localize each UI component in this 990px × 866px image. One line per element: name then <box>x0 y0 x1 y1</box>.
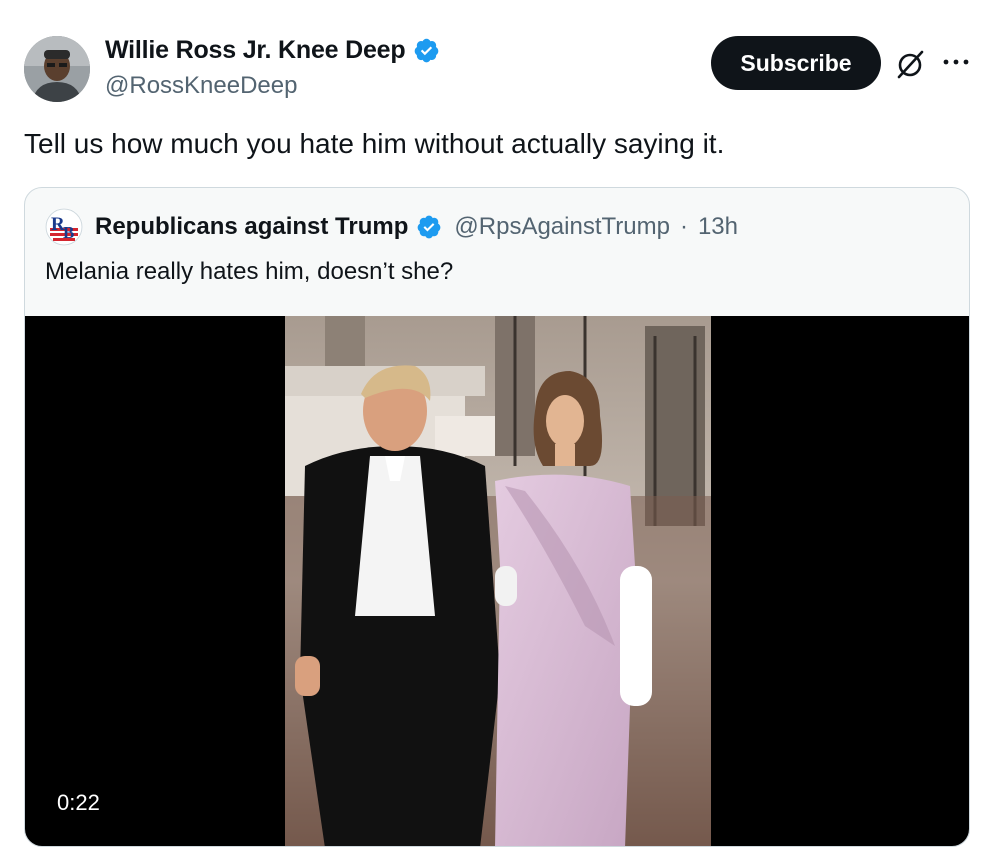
subscribe-button[interactable]: Subscribe <box>711 36 881 90</box>
verified-badge-icon[interactable] <box>413 37 440 64</box>
author-avatar-image <box>24 36 90 102</box>
quoted-author-avatar[interactable]: R B <box>45 208 83 246</box>
author-name-row: Willie Ross Jr. Knee Deep <box>105 36 440 65</box>
more-options-icon[interactable] <box>941 52 971 72</box>
quoted-post-header: R B Republicans against Trump @RpsAgains… <box>45 208 738 246</box>
quoted-post-card[interactable]: R B Republicans against Trump @RpsAgains… <box>24 187 970 847</box>
author-name[interactable]: Willie Ross Jr. Knee Deep <box>105 36 406 65</box>
separator-dot: · <box>679 213 688 240</box>
quoted-post-text: Melania really hates him, doesn’t she? <box>45 258 454 285</box>
post-text: Tell us how much you hate him without ac… <box>24 128 725 159</box>
grok-icon[interactable] <box>894 47 928 81</box>
quoted-post-time[interactable]: 13h <box>698 213 738 241</box>
quoted-verified-badge-icon[interactable] <box>416 214 442 240</box>
quoted-author-name[interactable]: Republicans against Trump <box>95 213 408 241</box>
video-duration: 0:22 <box>57 790 100 815</box>
video-player[interactable]: 0:22 <box>25 316 969 846</box>
author-handle[interactable]: @RossKneeDeep <box>105 72 297 100</box>
video-frame <box>285 316 711 846</box>
svg-text:B: B <box>63 223 74 242</box>
quoted-author-logo: R B <box>45 208 83 246</box>
author-avatar[interactable] <box>24 36 90 102</box>
quoted-author-handle[interactable]: @RpsAgainstTrump <box>454 213 670 241</box>
